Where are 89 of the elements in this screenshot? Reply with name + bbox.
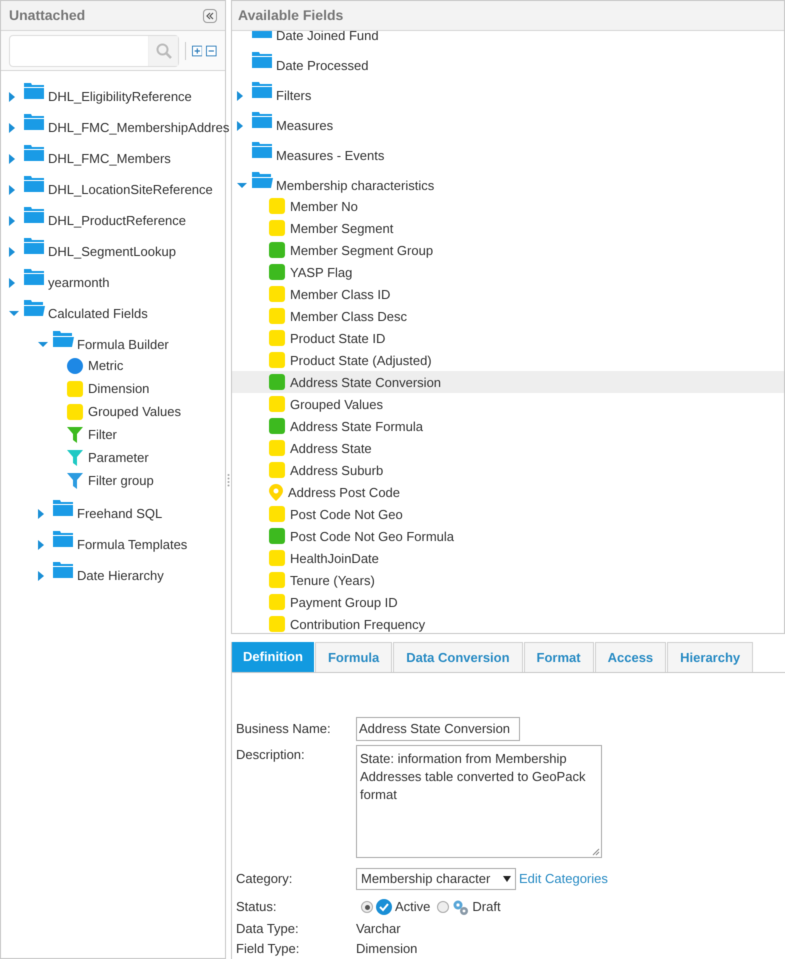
collapsed-arrow-icon[interactable] [9,278,16,288]
dropdown-caret-icon [503,876,511,882]
folder-label[interactable]: Measures [276,118,334,134]
collapsed-arrow-icon[interactable] [9,216,16,226]
field-label: Field Type: [236,940,300,958]
folder-label[interactable]: DHL_ProductReference [48,213,186,229]
panel-title: Unattached [9,6,86,25]
field-label[interactable]: Parameter [88,450,149,465]
expand-all-icon[interactable] [192,44,202,56]
collapsed-arrow-icon[interactable] [237,121,244,131]
field-value: Dimension [356,940,418,958]
field-item[interactable]: Payment Group ID [269,591,784,613]
folder-label[interactable]: Calculated Fields [48,306,148,322]
resize-grip-icon[interactable] [592,848,600,856]
resize-handle-icon[interactable] [227,472,230,486]
radio-button[interactable] [437,901,450,913]
field-item[interactable]: Product State (Adjusted) [269,349,784,371]
panel-title: Available Fields [238,6,344,25]
expanded-arrow-icon[interactable] [237,182,247,190]
collapsed-arrow-icon[interactable] [9,154,16,164]
folder-label[interactable]: DHL_EligibilityReference [48,89,192,105]
field-item[interactable]: YASP Flag [269,261,784,283]
folder-label[interactable]: Date Processed [276,58,368,74]
category-dropdown[interactable]: Membership character [356,868,516,890]
field-label: Category: [236,870,294,888]
collapse-button[interactable] [203,8,217,22]
field-label: Data Type: [236,920,300,938]
folder-label[interactable]: Freehand SQL [77,506,162,522]
folder-label[interactable]: DHL_SegmentLookup [48,244,176,260]
field-item[interactable]: Post Code Not Geo [269,503,784,525]
field-label[interactable]: Metric [88,358,124,373]
collapsed-arrow-icon[interactable] [38,509,45,519]
field-label: Business Name: [236,720,332,738]
field-item[interactable]: Member Class Desc [269,305,784,327]
folder-label[interactable]: Membership characteristics [276,178,434,194]
field-item[interactable]: Member Segment Group [269,239,784,261]
radio-label[interactable]: Active [395,897,430,917]
collapsed-arrow-icon[interactable] [9,247,16,257]
field-item[interactable]: Member Class ID [269,283,784,305]
open-folder-icon [52,330,74,348]
open-folder-icon [23,299,45,317]
folder-label[interactable]: DHL_FMC_MembershipAddres [48,120,230,136]
collapsed-arrow-icon[interactable] [9,92,16,102]
field-label[interactable]: Filter group [88,473,154,488]
folder-label[interactable]: DHL_FMC_Members [48,151,171,167]
folder-label[interactable]: Measures - Events [276,148,384,164]
field-value: Varchar [356,920,401,938]
field-item[interactable]: Address Post Code [269,481,784,503]
gears-icon [452,898,470,916]
folder-label[interactable]: Formula Templates [77,537,188,553]
folder-label[interactable]: Date Hierarchy [77,568,164,584]
collapsed-arrow-icon[interactable] [9,185,16,195]
field-label: Status: [236,898,278,916]
field-item[interactable]: Contribution Frequency [269,613,784,633]
field-item[interactable]: Product State ID [269,327,784,349]
collapse-all-icon[interactable] [206,44,217,56]
collapsed-arrow-icon[interactable] [9,123,16,133]
collapsed-arrow-icon[interactable] [237,91,244,101]
field-item[interactable]: Address State Conversion [232,371,784,393]
folder-label[interactable]: Filters [276,88,312,104]
radio-button[interactable] [361,901,373,913]
field-label: Description: [236,746,306,764]
field-item[interactable]: Post Code Not Geo Formula [269,525,784,547]
open-folder-icon [251,171,273,189]
collapsed-arrow-icon[interactable] [38,540,45,550]
folder-label[interactable]: DHL_LocationSiteReference [48,182,213,198]
field-label[interactable]: Dimension [88,381,150,396]
field-item[interactable]: Address State Formula [269,415,784,437]
field-item[interactable]: Member No [269,195,784,217]
check-circle-icon [376,899,392,915]
field-item[interactable]: HealthJoinDate [269,547,784,569]
field-label[interactable]: Filter [88,427,117,442]
double-chevron-icon [205,10,215,20]
collapsed-arrow-icon[interactable] [38,571,45,581]
folder-label[interactable]: Formula Builder [77,337,169,353]
expanded-arrow-icon[interactable] [9,310,19,318]
field-item[interactable]: Address State [269,437,784,459]
expanded-arrow-icon[interactable] [38,341,48,349]
field-item[interactable]: Address Suburb [269,459,784,481]
description-textarea[interactable]: State: information from Membership Addresses table converted to GeoPack format [356,745,602,858]
text-field[interactable]: Address State Conversion [356,717,520,741]
edit-categories-link[interactable]: Edit Categories [519,869,608,889]
search-field[interactable] [9,34,179,66]
field-label[interactable]: Grouped Values [88,404,181,419]
radio-label[interactable]: Draft [472,897,501,917]
field-item[interactable]: Grouped Values [269,393,784,415]
field-item[interactable]: Member Segment [269,217,784,239]
folder-label[interactable]: yearmonth [48,275,110,291]
field-item[interactable]: Tenure (Years) [269,569,784,591]
